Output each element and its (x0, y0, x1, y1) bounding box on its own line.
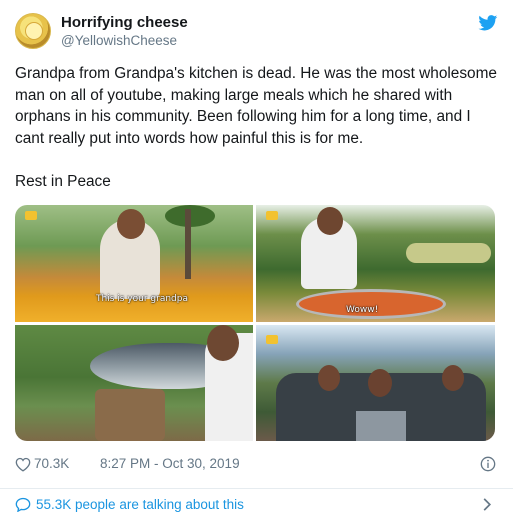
tweet-text: Grandpa from Grandpa's kitchen is dead. … (15, 63, 500, 193)
photo-funeral-procession[interactable] (256, 325, 495, 441)
author-name[interactable]: Horrifying cheese (61, 14, 188, 31)
tweet-header: Horrifying cheese @YellowishCheese (15, 13, 498, 49)
tree-stump-shape (95, 389, 165, 441)
photo-grandpa-pan[interactable]: Woww! (256, 205, 495, 322)
grandpa-head (317, 207, 343, 235)
conversation-link[interactable]: 55.3K people are talking about this (15, 495, 498, 515)
channel-logo-icon (25, 211, 37, 220)
photo-caption: This is your grandpa (96, 294, 188, 304)
photo-caption: Woww! (346, 305, 379, 315)
heart-icon[interactable] (15, 457, 31, 472)
tweet-timestamp[interactable]: 8:27 PM - Oct 30, 2019 (100, 456, 240, 471)
grandpa-head (117, 209, 145, 239)
channel-logo-icon (266, 335, 278, 344)
avatar-face (25, 22, 43, 40)
bamboo-shape (406, 243, 491, 263)
divider (0, 488, 513, 489)
mourner-face (368, 369, 392, 397)
info-icon[interactable] (480, 456, 496, 472)
twitter-bird-icon[interactable] (478, 15, 498, 31)
conversation-label[interactable]: 55.3K people are talking about this (36, 497, 244, 512)
speech-bubble-icon (15, 497, 31, 512)
tweet-closing: Rest in Peace (15, 173, 111, 190)
chevron-right-icon[interactable] (482, 497, 492, 512)
tweet-card: Horrifying cheese @YellowishCheese Grand… (0, 0, 513, 523)
tree-trunk-shape (185, 209, 191, 279)
mourner-face (318, 365, 340, 391)
tweet-meta: 70.3K 8:27 PM - Oct 30, 2019 (15, 456, 498, 474)
photo-grandpa-fish[interactable] (15, 325, 253, 441)
photo-grandpa-cooking[interactable]: This is your grandpa (15, 205, 253, 322)
tweet-body: Grandpa from Grandpa's kitchen is dead. … (15, 65, 497, 147)
mourner-face (442, 365, 464, 391)
author-handle[interactable]: @YellowishCheese (61, 33, 177, 48)
avatar[interactable] (15, 13, 51, 49)
like-count[interactable]: 70.3K (34, 456, 69, 471)
mourner-shirt (356, 411, 406, 441)
media-grid: This is your grandpa Woww! (15, 205, 495, 441)
grandpa-head (207, 325, 239, 361)
channel-logo-icon (266, 211, 278, 220)
